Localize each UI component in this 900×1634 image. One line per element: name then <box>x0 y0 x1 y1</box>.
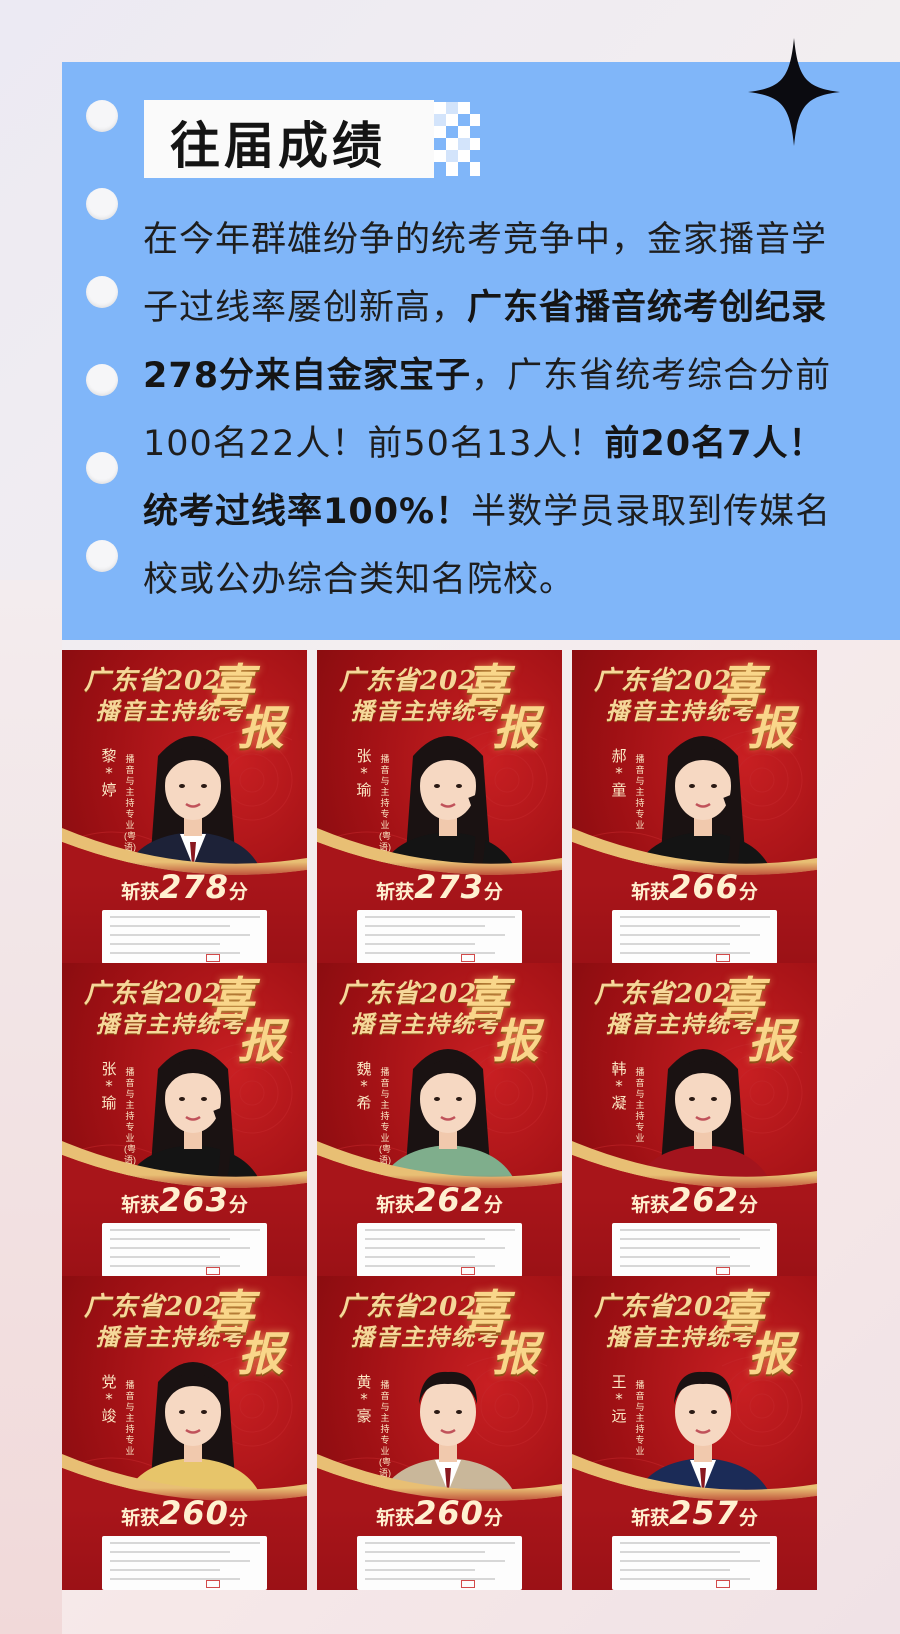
score-poster: 广东省2024 播音主持统考 喜 报 郝*童 播音与主持专业 斩获266分 <box>572 650 817 964</box>
score-suffix: 分 <box>483 881 503 903</box>
score-sheet <box>612 1536 777 1590</box>
score-prefix: 斩获 <box>376 1507 415 1529</box>
score-value: 266 <box>669 868 739 906</box>
student-name: 郝*童 <box>611 747 627 799</box>
section-title: 往届成绩 <box>170 117 386 175</box>
student-name: 党*竣 <box>101 1373 117 1425</box>
score-line: 斩获257分 <box>572 1494 817 1532</box>
score-sheet <box>612 910 777 964</box>
score-poster: 广东省2024 播音主持统考 喜 报 黄*豪 播音与主持专业(粤语) 斩获260… <box>317 1276 562 1590</box>
section-title-box: 往届成绩 <box>144 100 434 178</box>
score-sheet <box>102 1223 267 1277</box>
score-sheet <box>102 910 267 964</box>
score-value: 278 <box>159 868 229 906</box>
score-prefix: 斩获 <box>121 1194 160 1216</box>
score-suffix: 分 <box>228 881 248 903</box>
score-value: 262 <box>414 1181 484 1219</box>
score-poster: 广东省2024 播音主持统考 喜 报 张*瑜 播音与主持专业(粤语) 斩获263… <box>62 963 307 1277</box>
score-sheet <box>357 1536 522 1590</box>
left-decor-strip <box>0 580 62 1634</box>
student-name: 张*瑜 <box>356 747 372 799</box>
score-line: 斩获262分 <box>572 1181 817 1219</box>
score-suffix: 分 <box>738 881 758 903</box>
score-suffix: 分 <box>738 1194 758 1216</box>
student-name: 黄*豪 <box>356 1373 372 1425</box>
score-poster: 广东省2024 播音主持统考 喜 报 魏*希 播音与主持专业(粤语) 斩获262… <box>317 963 562 1277</box>
score-line: 斩获260分 <box>317 1494 562 1532</box>
score-prefix: 斩获 <box>631 1507 670 1529</box>
score-poster: 广东省2024 播音主持统考 喜 报 张*瑜 播音与主持专业(粤语) 斩获273… <box>317 650 562 964</box>
score-suffix: 分 <box>228 1507 248 1529</box>
score-suffix: 分 <box>483 1507 503 1529</box>
score-line: 斩获273分 <box>317 868 562 906</box>
score-poster: 广东省2024 播音主持统考 喜 报 党*竣 播音与主持专业 斩获260分 <box>62 1276 307 1590</box>
pixel-checker-decoration <box>434 102 480 176</box>
student-name: 王*远 <box>611 1373 627 1425</box>
score-sheet <box>357 910 522 964</box>
student-name: 魏*希 <box>356 1060 372 1112</box>
results-paragraph: 在今年群雄纷争的统考竞争中，金家播音学子过线率屡创新高，广东省播音统考创纪录27… <box>143 206 853 614</box>
score-prefix: 斩获 <box>376 1194 415 1216</box>
score-prefix: 斩获 <box>121 881 160 903</box>
score-prefix: 斩获 <box>376 881 415 903</box>
score-sheet <box>102 1536 267 1590</box>
score-value: 262 <box>669 1181 739 1219</box>
score-value: 257 <box>669 1494 739 1532</box>
student-name: 黎*婷 <box>101 747 117 799</box>
score-line: 斩获260分 <box>62 1494 307 1532</box>
sparkle-star-icon <box>748 38 840 146</box>
score-poster: 广东省2024 播音主持统考 喜 报 王*远 播音与主持专业 斩获257分 <box>572 1276 817 1590</box>
student-name: 张*瑜 <box>101 1060 117 1112</box>
score-line: 斩获263分 <box>62 1181 307 1219</box>
score-sheet <box>357 1223 522 1277</box>
score-value: 273 <box>414 868 484 906</box>
score-line: 斩获262分 <box>317 1181 562 1219</box>
score-prefix: 斩获 <box>121 1507 160 1529</box>
score-poster: 广东省2024 播音主持统考 喜 报 韩*凝 播音与主持专业 斩获262分 <box>572 963 817 1277</box>
student-name: 韩*凝 <box>611 1060 627 1112</box>
score-sheet <box>612 1223 777 1277</box>
score-value: 260 <box>159 1494 229 1532</box>
score-suffix: 分 <box>738 1507 758 1529</box>
score-line: 斩获278分 <box>62 868 307 906</box>
score-line: 斩获266分 <box>572 868 817 906</box>
score-value: 263 <box>159 1181 229 1219</box>
score-poster: 广东省2024 播音主持统考 喜 报 黎*婷 播音与主持专业(粤语) 斩获278… <box>62 650 307 964</box>
score-suffix: 分 <box>228 1194 248 1216</box>
score-prefix: 斩获 <box>631 881 670 903</box>
score-value: 260 <box>414 1494 484 1532</box>
score-prefix: 斩获 <box>631 1194 670 1216</box>
score-suffix: 分 <box>483 1194 503 1216</box>
